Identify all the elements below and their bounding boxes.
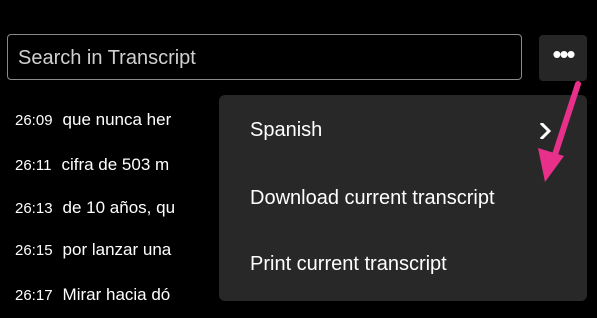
more-options-button[interactable]: ••• <box>539 35 587 81</box>
search-input[interactable]: Search in Transcript <box>7 34 522 80</box>
transcript-line[interactable]: 26:11 cifra de 503 m <box>15 155 169 175</box>
timestamp: 26:13 <box>15 200 53 217</box>
transcript-text: Mirar hacia dó <box>62 285 171 304</box>
transcript-line[interactable]: 26:17 Mirar hacia dó <box>15 285 170 305</box>
transcript-text: de 10 años, qu <box>62 198 176 217</box>
transcript-text: por lanzar una <box>62 240 172 259</box>
menu-item-download[interactable]: Download current transcript <box>250 187 495 210</box>
transcript-panel: Search in Transcript ••• 26:09 que nunca … <box>0 0 597 318</box>
timestamp: 26:09 <box>15 112 53 129</box>
menu-item-label: Print current transcript <box>250 253 447 275</box>
menu-item-label: Spanish <box>250 119 323 141</box>
options-menu: Spanish Download current transcript Prin… <box>219 95 587 301</box>
transcript-line[interactable]: 26:15 por lanzar una <box>15 240 171 260</box>
menu-item-print[interactable]: Print current transcript <box>250 253 447 276</box>
timestamp: 26:17 <box>15 287 53 304</box>
timestamp: 26:11 <box>15 157 52 174</box>
transcript-text: que nunca her <box>62 110 172 129</box>
transcript-line[interactable]: 26:13 de 10 años, qu <box>15 198 175 218</box>
menu-item-label: Download current transcript <box>250 187 495 209</box>
more-icon: ••• <box>552 39 575 69</box>
transcript-text: cifra de 503 m <box>61 155 170 174</box>
transcript-line[interactable]: 26:09 que nunca her <box>15 110 171 130</box>
menu-item-language[interactable]: Spanish <box>250 119 322 142</box>
chevron-right-icon <box>540 123 552 139</box>
timestamp: 26:15 <box>15 242 53 259</box>
